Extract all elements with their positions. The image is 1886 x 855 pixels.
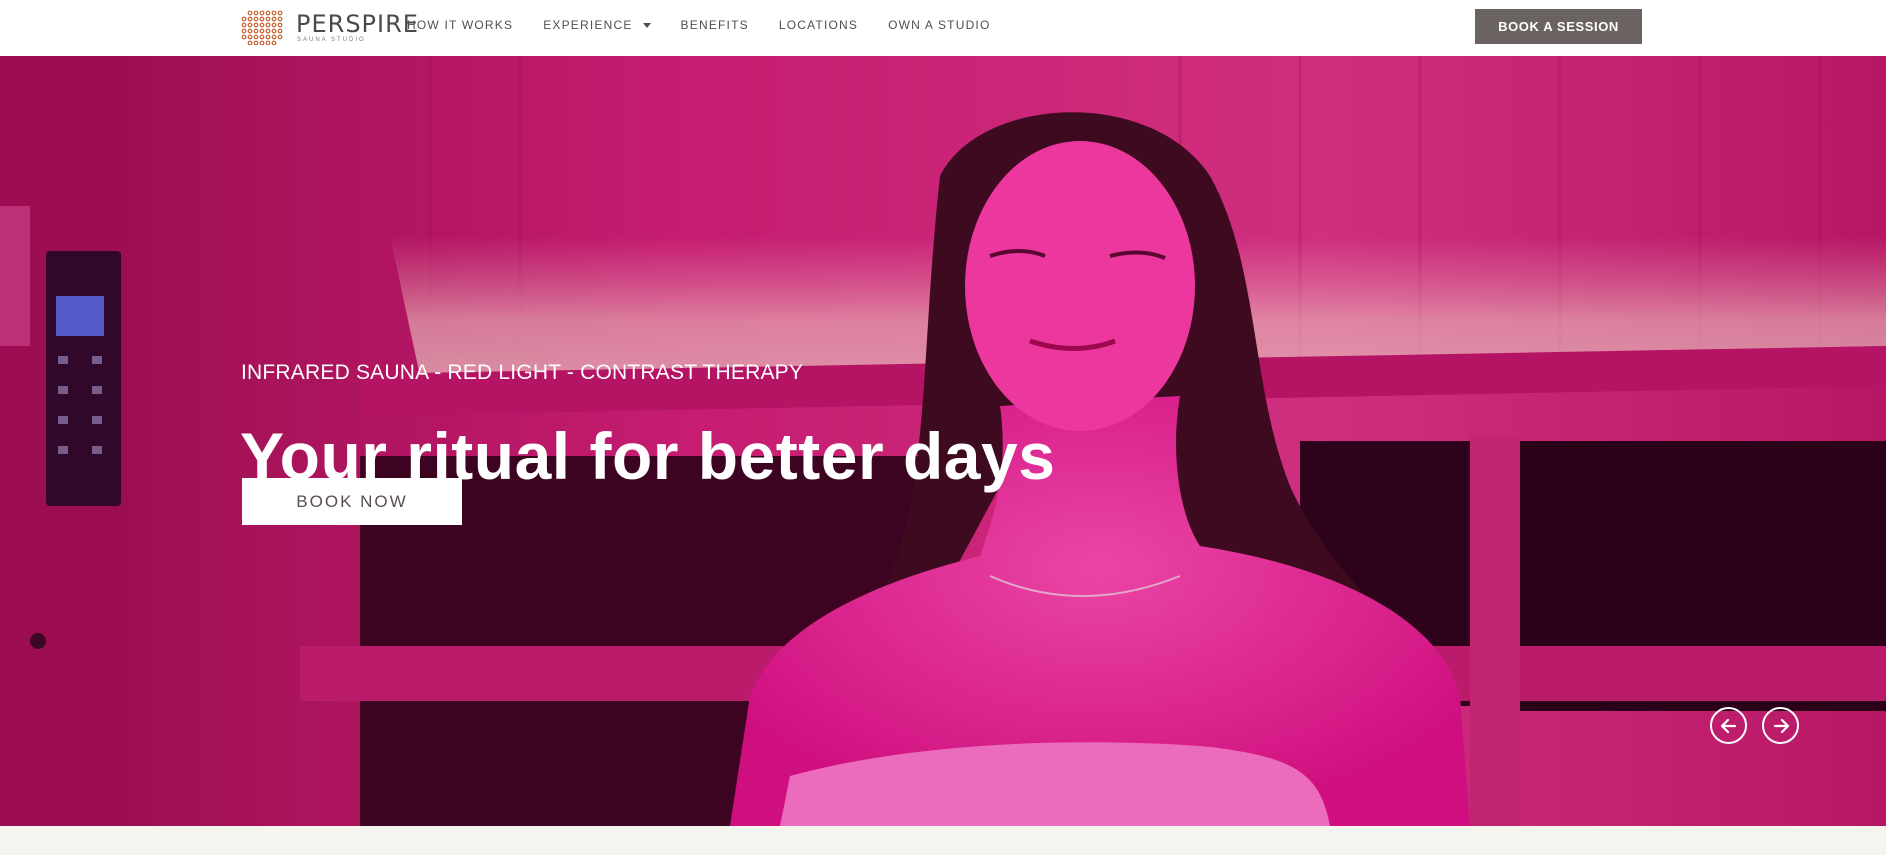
nav-how-it-works-label: HOW IT WORKS	[407, 18, 514, 32]
book-now-button[interactable]: BOOK NOW	[242, 478, 462, 525]
hero-eyebrow: INFRARED SAUNA - RED LIGHT - CONTRAST TH…	[241, 361, 804, 384]
nav-locations-label: LOCATIONS	[778, 18, 859, 32]
dot-grid-logo-icon	[241, 10, 283, 45]
logo-wordmark: PERSPIRE	[296, 10, 419, 38]
nav-locations[interactable]: LOCATIONS	[779, 18, 858, 32]
nav-experience-label: EXPERIENCE	[543, 18, 633, 32]
carousel-next-button[interactable]	[1762, 707, 1799, 744]
arrow-right-icon	[1773, 718, 1789, 733]
main-nav: HOW IT WORKS EXPERIENCE BENEFITS LOCATIO…	[407, 18, 1021, 32]
nav-benefits[interactable]: BENEFITS	[681, 18, 749, 32]
perspire-logo[interactable]: PERSPIRE SAUNA STUDIO	[240, 9, 418, 45]
logo-tagline: SAUNA STUDIO	[297, 37, 366, 43]
nav-how-it-works[interactable]: HOW IT WORKS	[407, 18, 513, 32]
next-section-strip	[0, 826, 1886, 855]
nav-own-a-studio-label: OWN A STUDIO	[888, 18, 991, 32]
site-header: PERSPIRE SAUNA STUDIO HOW IT WORKS EXPER…	[0, 0, 1886, 56]
carousel-prev-button[interactable]	[1710, 707, 1747, 744]
arrow-left-icon	[1720, 718, 1736, 733]
chevron-down-icon	[642, 22, 651, 28]
nav-own-a-studio[interactable]: OWN A STUDIO	[888, 18, 990, 32]
nav-benefits-label: BENEFITS	[680, 18, 749, 32]
nav-experience[interactable]: EXPERIENCE	[543, 18, 651, 32]
book-a-session-button[interactable]: BOOK A SESSION	[1475, 9, 1642, 44]
hero-section: INFRARED SAUNA - RED LIGHT - CONTRAST TH…	[0, 56, 1886, 826]
